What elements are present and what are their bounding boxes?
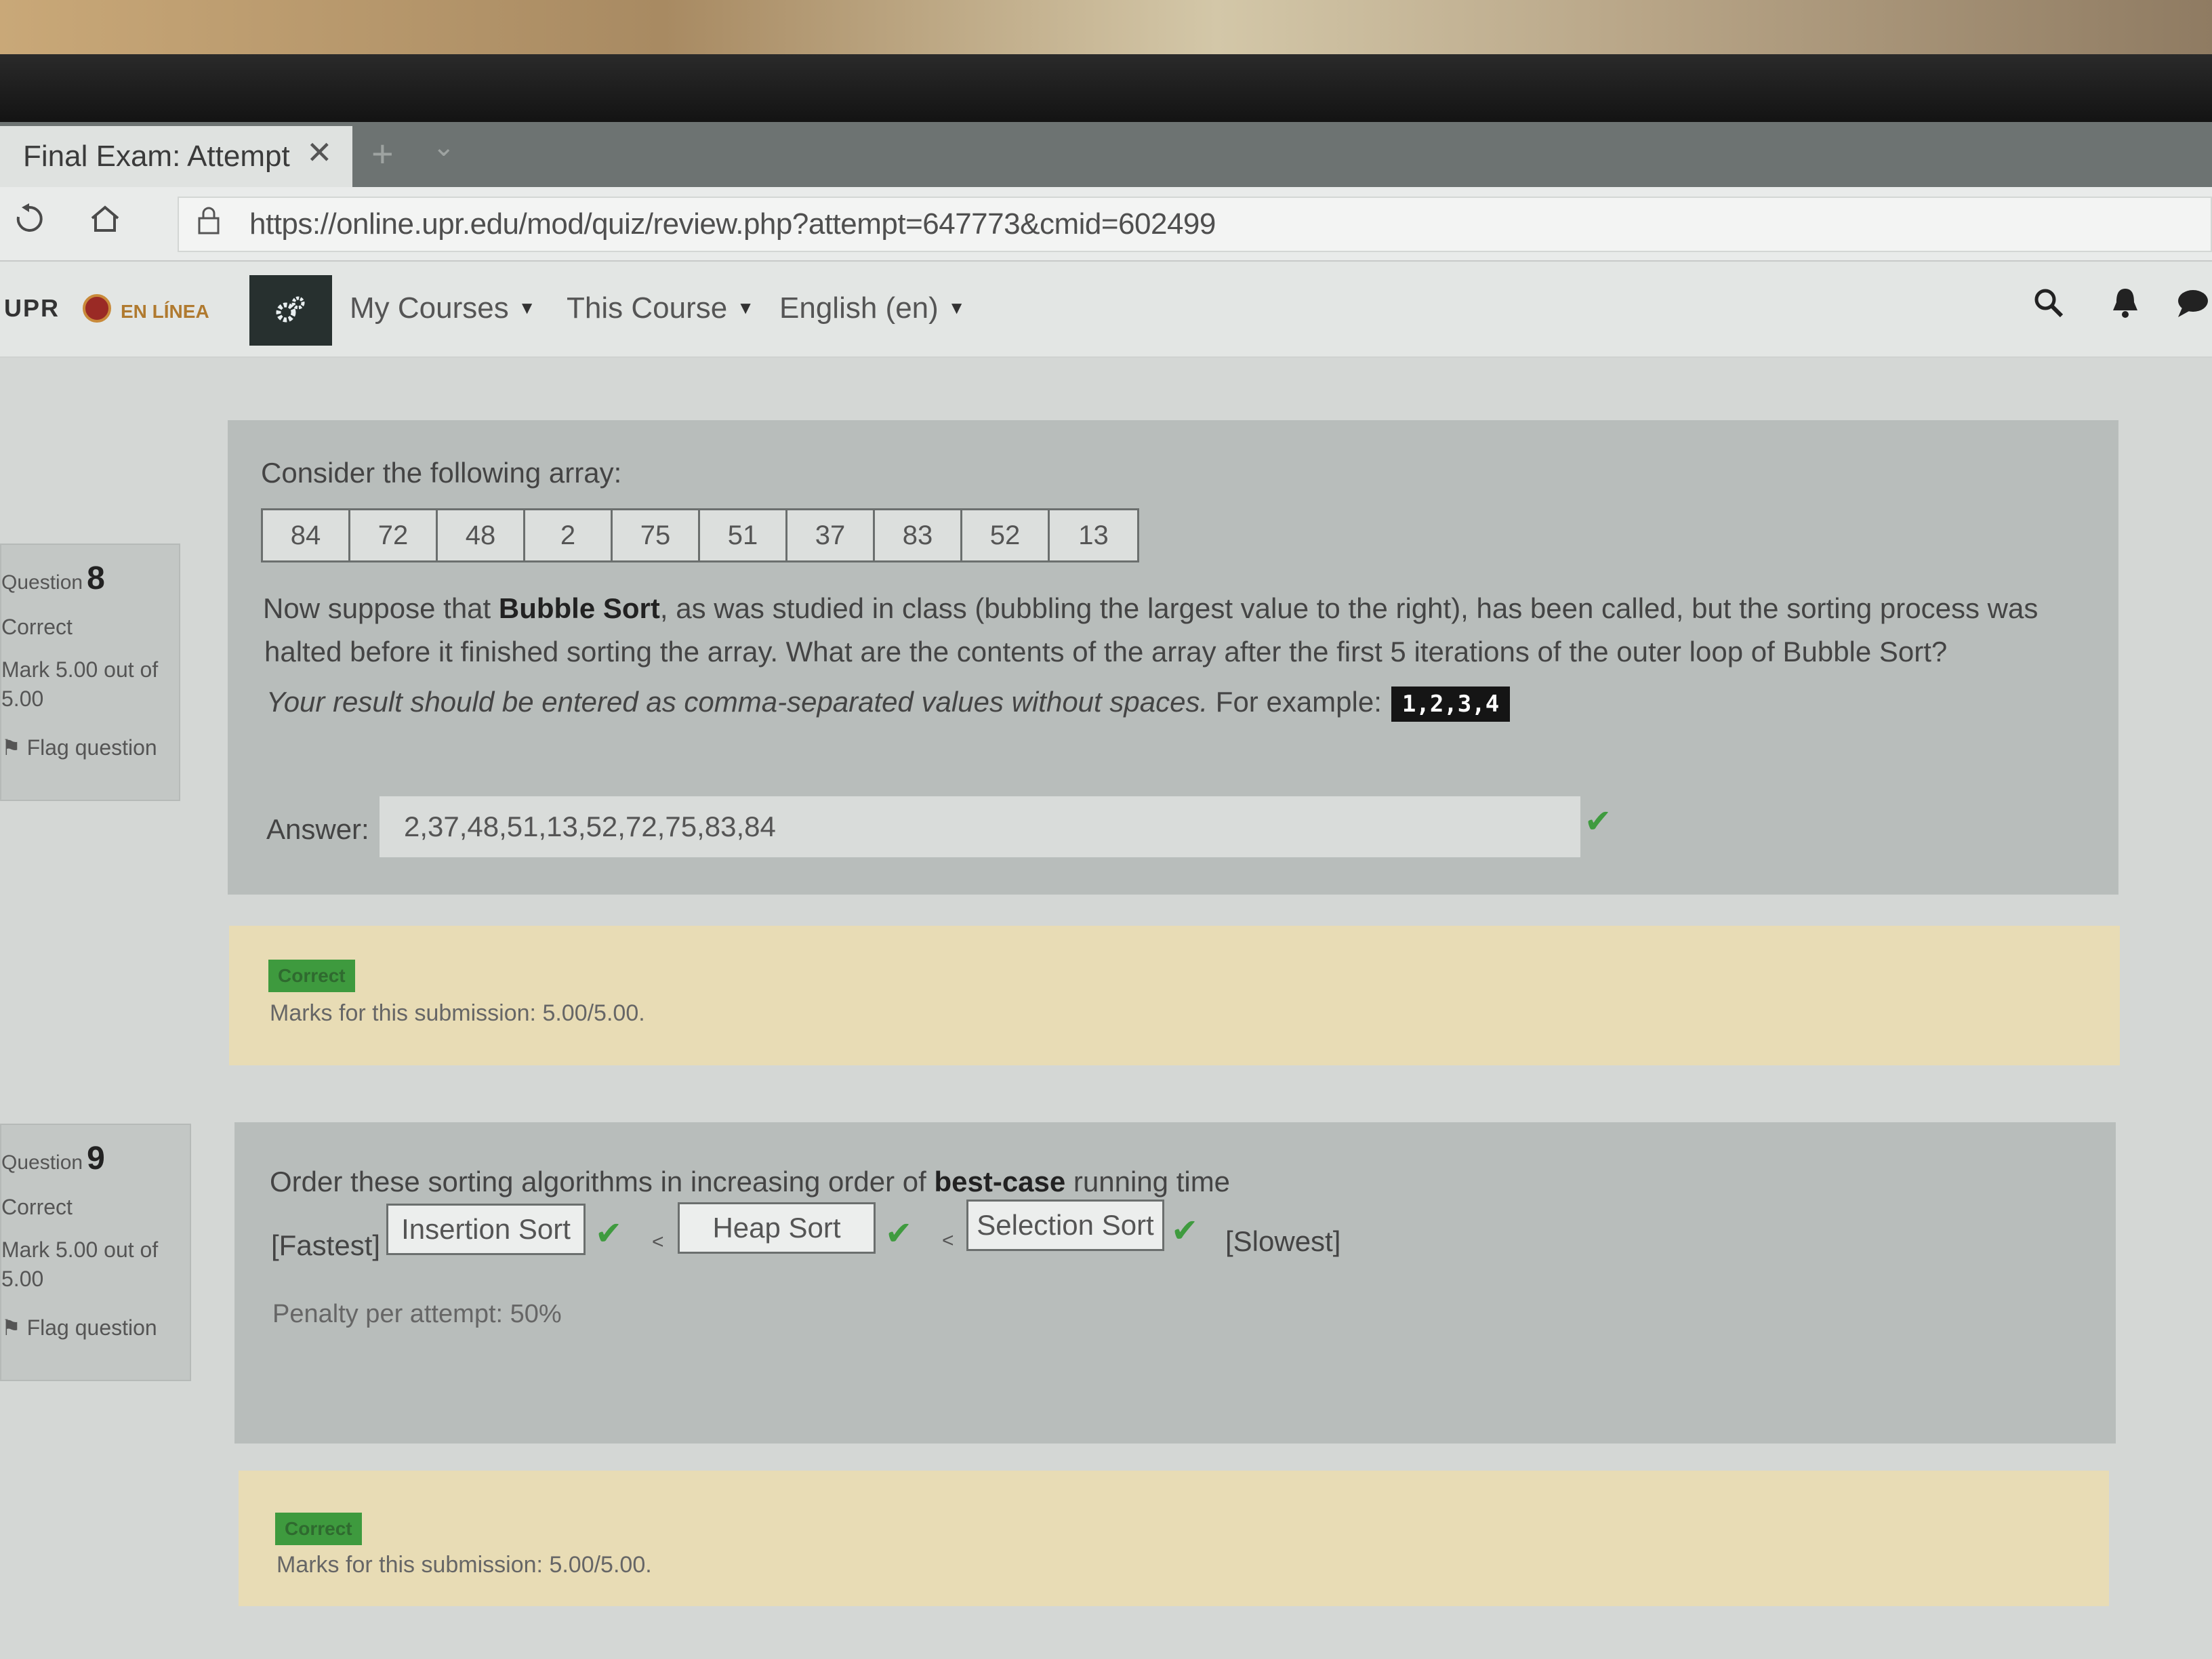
search-icon[interactable] xyxy=(2032,286,2066,328)
site-logo[interactable]: UPR xyxy=(4,294,60,323)
array-table: 84 72 48 2 75 51 37 83 52 13 xyxy=(261,508,1139,562)
slowest-label: [Slowest] xyxy=(1225,1225,1341,1257)
order-select-3[interactable]: Selection Sort xyxy=(966,1200,1164,1251)
check-icon: ✔ xyxy=(885,1216,913,1252)
array-cell: 51 xyxy=(700,510,787,560)
question-prompt: Order these sorting algorithms in increa… xyxy=(270,1166,1231,1197)
status-badge: Correct xyxy=(268,960,355,992)
chevron-down-icon[interactable]: ⌄ xyxy=(432,131,455,163)
order-select-2[interactable]: Heap Sort xyxy=(678,1202,876,1254)
caret-down-icon: ▼ xyxy=(518,298,536,318)
caret-down-icon: ▼ xyxy=(947,298,966,318)
flag-question-link[interactable]: ⚑ Flag question xyxy=(1,1315,190,1340)
monitor-bezel xyxy=(0,54,2212,125)
array-cell: 37 xyxy=(787,510,875,560)
feedback-panel-8 xyxy=(229,926,2120,1065)
array-cell: 48 xyxy=(438,510,525,560)
new-tab-icon[interactable]: + xyxy=(371,131,394,176)
question-number: Question 8 xyxy=(1,560,105,596)
question-text-line-1: Now suppose that Bubble Sort, as was stu… xyxy=(263,592,2039,624)
seal-icon xyxy=(83,294,111,323)
check-icon: ✔ xyxy=(1584,804,1612,840)
less-than-symbol: < xyxy=(652,1231,664,1253)
fastest-label: [Fastest] xyxy=(271,1229,381,1261)
array-cell: 52 xyxy=(962,510,1050,560)
question-intro: Consider the following array: xyxy=(261,457,622,489)
flag-question-link[interactable]: ⚑ Flag question xyxy=(1,735,179,760)
tab-title: Final Exam: Attempt xyxy=(23,140,290,173)
menu-this-course[interactable]: This Course ▼ xyxy=(567,291,754,325)
question-mark: Mark 5.00 out of xyxy=(1,1237,159,1262)
menu-my-courses[interactable]: My Courses ▼ xyxy=(350,291,535,325)
question-status: Correct xyxy=(1,615,73,639)
chat-icon[interactable] xyxy=(2175,286,2209,328)
url-text[interactable]: https://online.upr.edu/mod/quiz/review.p… xyxy=(249,207,1216,241)
example-code: 1,2,3,4 xyxy=(1391,686,1511,722)
tab-strip: Final Exam: Attempt ✕ + ⌄ xyxy=(0,122,2212,187)
question-instruction: Your result should be entered as comma-s… xyxy=(266,686,1511,722)
question-mark-max: 5.00 xyxy=(1,1267,44,1291)
bell-icon[interactable] xyxy=(2109,286,2142,328)
question-text-line-2: halted before it finished sorting the ar… xyxy=(264,636,1948,668)
less-than-symbol: < xyxy=(942,1229,954,1252)
menu-language[interactable]: English (en) ▼ xyxy=(779,291,966,325)
question-status: Correct xyxy=(1,1195,73,1219)
array-cell: 72 xyxy=(350,510,438,560)
caret-down-icon: ▼ xyxy=(737,298,754,318)
array-cell: 2 xyxy=(525,510,613,560)
question-mark-max: 5.00 xyxy=(1,687,44,711)
marks-text: Marks for this submission: 5.00/5.00. xyxy=(276,1552,652,1578)
question-info-8: Question 8 Correct Mark 5.00 out of 5.00 … xyxy=(0,544,180,801)
gear-icon[interactable] xyxy=(249,275,332,346)
array-cell: 75 xyxy=(613,510,700,560)
array-cell: 84 xyxy=(263,510,350,560)
feedback-panel-9 xyxy=(239,1471,2109,1606)
address-bar: https://online.upr.edu/mod/quiz/review.p… xyxy=(0,187,2212,262)
site-navbar: UPR EN LÍNEA My Courses ▼ This Course ▼ En… xyxy=(0,262,2212,358)
marks-text: Marks for this submission: 5.00/5.00. xyxy=(270,1000,645,1026)
check-icon: ✔ xyxy=(1171,1213,1199,1249)
answer-input[interactable] xyxy=(380,796,1580,857)
reload-icon[interactable] xyxy=(12,202,46,244)
array-cell: 83 xyxy=(875,510,962,560)
question-info-9: Question 9 Correct Mark 5.00 out of 5.00 … xyxy=(0,1124,191,1381)
answer-label: Answer: xyxy=(266,813,369,845)
site-logo-subtitle: EN LÍNEA xyxy=(121,301,209,322)
order-select-1[interactable]: Insertion Sort xyxy=(386,1204,586,1255)
lock-icon xyxy=(197,206,221,241)
question-mark: Mark 5.00 out of xyxy=(1,657,159,682)
question-number: Question 9 xyxy=(1,1141,105,1176)
check-icon: ✔ xyxy=(595,1216,623,1252)
background-desk xyxy=(0,0,2212,61)
array-cell: 13 xyxy=(1078,520,1109,550)
browser-window: Final Exam: Attempt ✕ + ⌄ https://online… xyxy=(0,122,2212,1659)
status-badge: Correct xyxy=(275,1513,362,1545)
tab-final-exam[interactable]: Final Exam: Attempt xyxy=(0,126,352,187)
penalty-text: Penalty per attempt: 50% xyxy=(272,1300,562,1328)
close-icon[interactable]: ✕ xyxy=(306,134,333,171)
home-icon[interactable] xyxy=(88,202,122,244)
